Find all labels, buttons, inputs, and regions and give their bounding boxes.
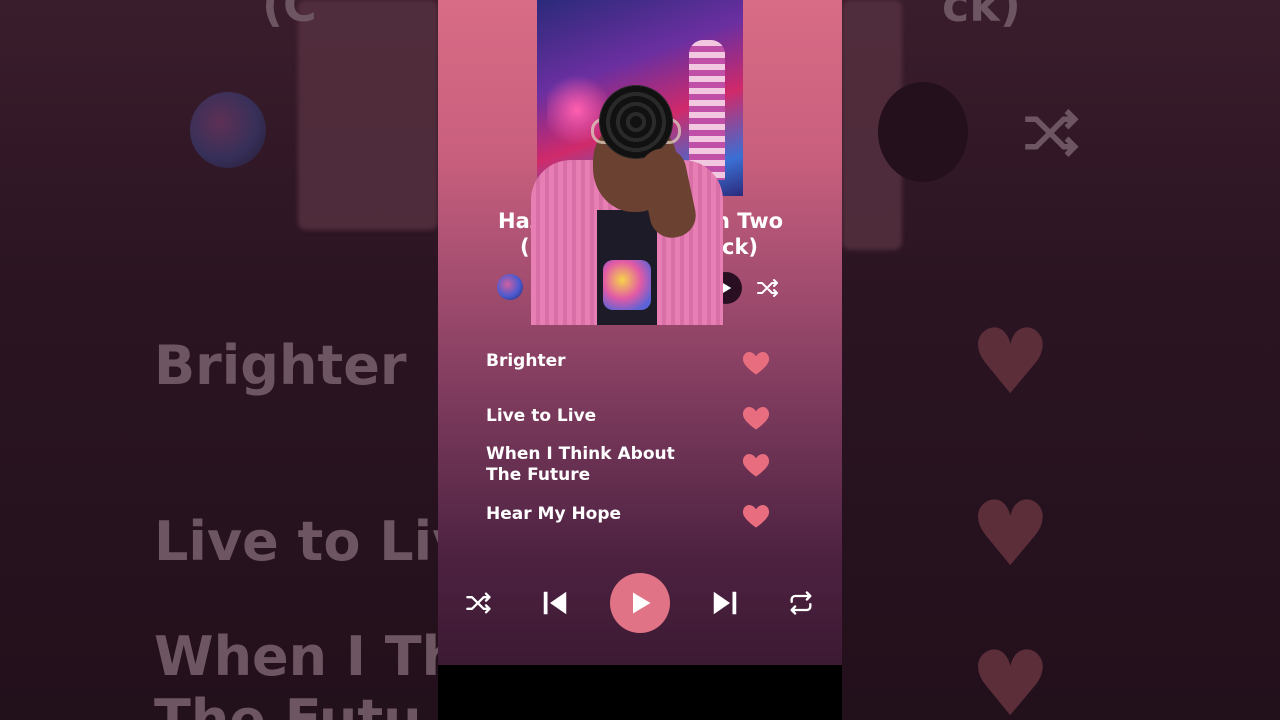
skip-next-icon xyxy=(713,591,737,615)
background-track-3-line2: The Futu xyxy=(154,688,422,720)
background-left: (C Brighter Live to Live When I Thi The … xyxy=(0,0,438,720)
album-subtitle-start: ( xyxy=(520,235,530,259)
shuffle-album-button[interactable] xyxy=(752,272,784,304)
presenter-shirt-print xyxy=(603,260,651,310)
background-shuffle-icon xyxy=(1025,109,1079,157)
skip-previous-icon xyxy=(543,591,567,615)
background-heart-icon: ♥ xyxy=(970,482,1051,587)
background-heart-icon: ♥ xyxy=(970,310,1051,415)
album-subtitle-end: ck) xyxy=(722,235,759,259)
player-panel: Haz n Two ( ck) Brighter Live to Live Wh… xyxy=(438,0,842,720)
background-track-1: Brighter xyxy=(154,334,407,397)
background-album-title-right: ck) xyxy=(942,0,1021,32)
background-artist-avatar xyxy=(190,92,266,168)
heart-icon[interactable] xyxy=(741,403,771,431)
track-row[interactable]: Hear My Hope xyxy=(486,504,786,534)
shuffle-icon xyxy=(466,592,491,614)
track-title: Brighter xyxy=(486,351,566,371)
track-row[interactable]: Brighter xyxy=(486,351,786,381)
track-title: Live to Live xyxy=(486,406,597,426)
repeat-button[interactable] xyxy=(776,578,826,628)
background-heart-icon: ♥ xyxy=(970,632,1051,720)
background-person-blur xyxy=(298,0,438,230)
play-icon xyxy=(633,592,651,614)
next-button[interactable] xyxy=(700,578,750,628)
heart-icon[interactable] xyxy=(741,501,771,529)
track-row[interactable]: When I Think About The Future xyxy=(486,444,786,488)
artist-avatar[interactable] xyxy=(497,274,523,300)
shuffle-icon xyxy=(757,279,778,297)
repeat-icon xyxy=(790,591,812,615)
background-play-button xyxy=(878,82,968,182)
background-track-3-line1: When I Thi xyxy=(154,625,438,688)
track-title: Hear My Hope xyxy=(486,504,622,524)
heart-icon[interactable] xyxy=(741,348,771,376)
presenter-video xyxy=(531,60,723,325)
track-title: When I Think About The Future xyxy=(486,444,675,485)
background-right: ck) ♥ ♥ ♥ xyxy=(842,0,1280,720)
album-title-end: n Two xyxy=(715,209,784,233)
previous-button[interactable] xyxy=(530,578,580,628)
track-row[interactable]: Live to Live xyxy=(486,406,786,436)
heart-icon[interactable] xyxy=(741,450,771,478)
background-album-title: (C xyxy=(262,0,317,32)
shuffle-button[interactable] xyxy=(454,578,504,628)
play-button[interactable] xyxy=(610,573,670,633)
bottom-black-bar xyxy=(438,665,842,720)
background-track-2: Live to Live xyxy=(154,510,438,573)
